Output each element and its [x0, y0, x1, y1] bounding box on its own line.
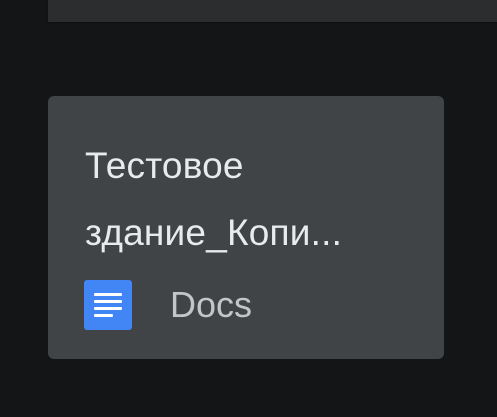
file-app-meta: Docs [84, 280, 252, 330]
file-browser-page: Тестовое здание_Копи... Docs [0, 0, 497, 417]
docs-icon-line [94, 314, 113, 317]
docs-icon-line [94, 307, 122, 310]
docs-icon-line [94, 300, 122, 303]
file-title-line-1: Тестовое [85, 145, 244, 186]
docs-icon-line [94, 293, 122, 296]
file-card[interactable]: Тестовое здание_Копи... Docs [48, 96, 444, 359]
app-label: Docs [170, 284, 253, 325]
previous-file-card-edge[interactable] [48, 0, 497, 22]
file-title-line-2: здание_Копи... [85, 212, 343, 253]
file-title: Тестовое здание_Копи... [85, 132, 405, 266]
google-docs-icon [84, 280, 132, 330]
